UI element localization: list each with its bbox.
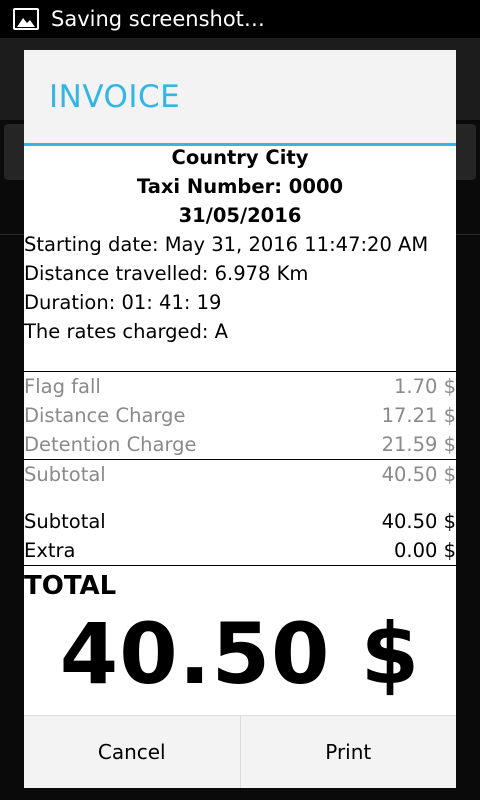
charge-row-flag-fall: Flag fall 1.70 $ <box>24 372 456 401</box>
charge-label: Detention Charge <box>24 433 197 456</box>
extra-label: Extra <box>24 539 76 562</box>
total-label: TOTAL <box>24 571 117 601</box>
image-icon <box>13 8 39 30</box>
charge-value: 17.21 $ <box>381 404 456 427</box>
distance-travelled: Distance travelled: 6.978 Km <box>24 262 309 285</box>
charge-row-distance: Distance Charge 17.21 $ <box>24 401 456 430</box>
charge-value: 1.70 $ <box>393 375 456 398</box>
dialog-title: INVOICE <box>49 78 181 115</box>
subtotal-label: Subtotal <box>24 510 106 533</box>
charge-label: Distance Charge <box>24 404 186 427</box>
status-text: Saving screenshot… <box>51 7 265 31</box>
starting-date: Starting date: May 31, 2016 11:47:20 AM <box>24 233 429 256</box>
subtotal-gray-row: Subtotal 40.50 $ <box>24 460 456 489</box>
duration: Duration: 01: 41: 19 <box>24 291 222 314</box>
taxi-number: Taxi Number: 0000 <box>136 175 344 198</box>
subtotal-row: Subtotal 40.50 $ <box>24 507 456 536</box>
dialog-header: INVOICE <box>24 50 456 146</box>
subtotal-value: 40.50 $ <box>381 510 456 533</box>
invoice-date: 31/05/2016 <box>178 204 302 227</box>
cancel-button[interactable]: Cancel <box>24 716 240 788</box>
charge-label: Flag fall <box>24 375 101 398</box>
company-name: Country City <box>171 146 309 169</box>
extra-row: Extra 0.00 $ <box>24 536 456 565</box>
status-bar: Saving screenshot… <box>0 0 480 38</box>
extra-value: 0.00 $ <box>393 539 456 562</box>
total-amount: 40.50 $ <box>59 605 421 703</box>
receipt: Country City Taxi Number: 0000 31/05/201… <box>24 143 456 702</box>
print-button[interactable]: Print <box>239 716 457 788</box>
subtotal-value: 40.50 $ <box>381 463 456 486</box>
charge-value: 21.59 $ <box>381 433 456 456</box>
dialog-buttons: Cancel Print <box>24 715 456 788</box>
rates-charged: The rates charged: A <box>24 320 228 343</box>
subtotal-label: Subtotal <box>24 463 106 486</box>
charge-row-detention: Detention Charge 21.59 $ <box>24 430 456 459</box>
invoice-dialog: INVOICE Country City Taxi Number: 0000 3… <box>24 50 456 788</box>
